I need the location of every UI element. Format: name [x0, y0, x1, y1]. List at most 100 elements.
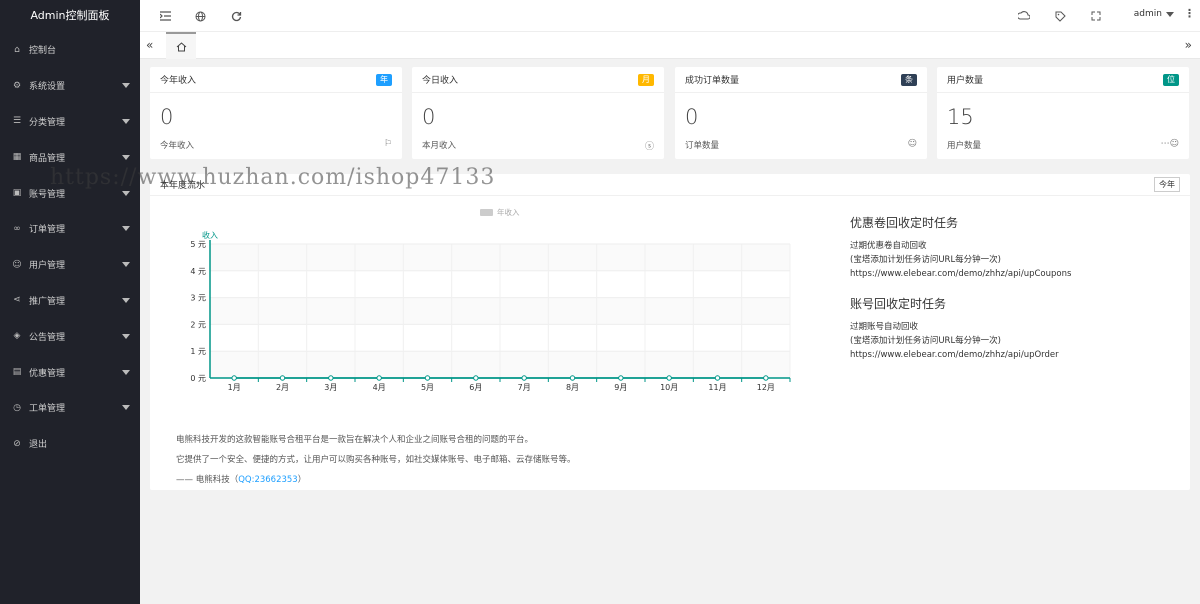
gear-icon: ⚙ — [12, 80, 22, 91]
revenue-line-chart: 0 元 1 元 2 元 3 元 4 元 5 元收入 1月 2月 3月 4月 5月 6月 7月 8月 9月 10… — [190, 230, 791, 392]
globe-icon[interactable] — [193, 9, 207, 23]
stat-card: 今日收入 月 0 本月收入 ⓢ — [412, 67, 664, 159]
sidebar-item-5[interactable]: ∞ 订单管理 — [0, 211, 140, 247]
task-line: https://www.elebear.com/demo/zhhz/api/up… — [850, 269, 1072, 279]
chevron-down-icon — [122, 333, 130, 339]
data-point — [424, 375, 431, 381]
sidebar-item-8[interactable]: ◈ 公告管理 — [0, 318, 140, 354]
chevron-down-icon — [1166, 11, 1174, 17]
chevron-down-icon — [122, 190, 130, 196]
qq-link[interactable]: QQ:23662353 — [238, 475, 298, 485]
sidebar-menu: ⌂ 控制台 ⚙ 系统设置 ☰ 分类管理 ▦ 商品管理 ▣ 账号管理 ∞ 订单管理 ☺ 用户管理 ⋖ 推广管理 ◈… — [0, 32, 140, 462]
x-tick-label: 10月 — [660, 383, 678, 392]
data-point — [328, 375, 334, 381]
x-tick-label: 4月 — [373, 383, 386, 392]
y-axis-label: 收入 — [202, 230, 218, 240]
tabs-scroll-left-icon[interactable]: « — [146, 38, 153, 52]
y-tick-label: 3 元 — [190, 294, 206, 303]
year-filter-button[interactable]: 今年 — [1154, 177, 1180, 192]
sidebar-item-11[interactable]: ⊘ 退出 — [0, 426, 140, 462]
sidebar-item-label: 工单管理 — [29, 404, 66, 415]
description-line-1: 电熊科技开发的这款智能账号合租平台是一款旨在解决个人和企业之间账号合租的问题的平… — [176, 435, 534, 445]
stat-card-header: 今年收入 年 — [150, 67, 402, 93]
stat-value: 0 — [422, 105, 436, 129]
platform-description: 电熊科技开发的这款智能账号合租平台是一款旨在解决个人和企业之间账号合租的问题的平… — [176, 430, 816, 490]
task-block: 账号回收定时任务 过期账号自动回收 (宝塔添加计划任务访问URL每分钟一次) http… — [850, 295, 1170, 362]
sidebar-item-label: 订单管理 — [29, 225, 66, 236]
account-icon: ▣ — [12, 188, 22, 199]
sidebar: Admin控制面板 ⌂ 控制台 ⚙ 系统设置 ☰ 分类管理 ▦ 商品管理 ▣ 账号管理 ∞ 订单管理 ☺… — [0, 0, 140, 604]
task-line: (宝塔添加计划任务访问URL每分钟一次) — [850, 336, 1001, 346]
stat-title: 今日收入 — [422, 76, 459, 86]
stat-badge: 月 — [638, 73, 654, 86]
coupon-icon: ▤ — [12, 367, 22, 378]
user-group-icon: ⋯☺ — [1160, 139, 1179, 149]
sidebar-item-1[interactable]: ⚙ 系统设置 — [0, 68, 140, 104]
chart-legend[interactable]: 年收入 — [480, 207, 520, 218]
sidebar-item-0[interactable]: ⌂ 控制台 — [0, 32, 140, 68]
stat-subtitle: 今年收入 — [160, 141, 195, 151]
data-point — [473, 375, 479, 381]
notice-icon: ◈ — [13, 331, 21, 342]
y-tick-label: 5 元 — [190, 240, 206, 249]
user-menu[interactable]: admin — [1134, 9, 1174, 19]
sidebar-item-10[interactable]: ◷ 工单管理 — [0, 390, 140, 426]
sidebar-item-label: 控制台 — [29, 46, 57, 57]
task-line: 过期优惠卷自动回收 — [850, 241, 927, 251]
stat-card-header: 用户数量 位 — [937, 67, 1189, 93]
dollar-icon: ⓢ — [644, 142, 654, 152]
sidebar-item-label: 推广管理 — [29, 296, 66, 307]
data-point — [376, 375, 382, 381]
stat-badge: 位 — [1163, 73, 1179, 86]
more-vertical-icon[interactable]: ⋮ — [1184, 8, 1195, 20]
sidebar-item-7[interactable]: ⋖ 推广管理 — [0, 283, 140, 319]
stat-value: 0 — [160, 105, 174, 129]
data-point — [231, 375, 237, 381]
stat-subtitle: 本月收入 — [422, 141, 457, 151]
stat-badge: 年 — [376, 73, 392, 86]
scheduled-tasks: 优惠卷回收定时任务 过期优惠卷自动回收 (宝塔添加计划任务访问URL每分钟一次) ht… — [850, 214, 1170, 362]
stat-value: 15 — [947, 105, 974, 129]
chevron-down-icon — [122, 118, 130, 124]
chevron-down-icon — [122, 226, 130, 232]
x-tick-label: 5月 — [421, 383, 434, 392]
app-logo[interactable]: Admin控制面板 — [0, 0, 140, 32]
sidebar-item-2[interactable]: ☰ 分类管理 — [0, 104, 140, 140]
tabs-scroll-right-icon[interactable]: » — [1185, 38, 1192, 52]
stat-card: 用户数量 位 15 用户数量 ⋯☺ — [937, 67, 1189, 159]
stat-subtitle: 用户数量 — [947, 141, 982, 151]
description-line-2: 它提供了一个安全、便捷的方式，让用户可以购买各种账号，如社交媒体账号、电子邮箱、… — [176, 455, 576, 465]
data-point — [569, 375, 576, 381]
x-tick-label: 11月 — [708, 383, 726, 392]
sidebar-item-9[interactable]: ▤ 优惠管理 — [0, 354, 140, 390]
chevron-down-icon — [122, 297, 130, 303]
stat-title: 用户数量 — [947, 76, 984, 86]
y-tick-label: 1 元 — [190, 347, 206, 356]
top-header: admin ⋮ — [140, 0, 1200, 32]
refresh-icon[interactable] — [229, 9, 243, 23]
sidebar-item-label: 商品管理 — [29, 153, 66, 164]
list-icon: ☰ — [12, 116, 22, 127]
stat-title: 今年收入 — [160, 76, 197, 86]
sidebar-item-label: 分类管理 — [29, 117, 66, 128]
chevron-down-icon — [122, 262, 130, 268]
home-icon: ⌂ — [14, 44, 20, 55]
sidebar-item-6[interactable]: ☺ 用户管理 — [0, 247, 140, 283]
sidebar-item-label: 系统设置 — [29, 82, 66, 93]
x-tick-label: 9月 — [614, 383, 627, 392]
user-name: admin — [1133, 9, 1162, 19]
theme-icon[interactable] — [1017, 9, 1031, 23]
stat-title: 成功订单数量 — [685, 76, 740, 86]
data-point — [618, 375, 624, 381]
task-title: 账号回收定时任务 — [850, 297, 947, 311]
fullscreen-icon[interactable] — [1089, 9, 1103, 23]
chevron-down-icon — [122, 405, 130, 411]
legend-swatch — [480, 209, 493, 216]
menu-toggle-icon[interactable] — [158, 9, 172, 23]
data-point — [521, 375, 527, 381]
stat-card-header: 今日收入 月 — [412, 67, 664, 93]
chevron-down-icon — [122, 369, 130, 375]
tab-home[interactable] — [166, 32, 196, 59]
tag-icon[interactable] — [1053, 9, 1067, 23]
author-line: —— 电熊科技（QQ:23662353） — [176, 470, 816, 490]
